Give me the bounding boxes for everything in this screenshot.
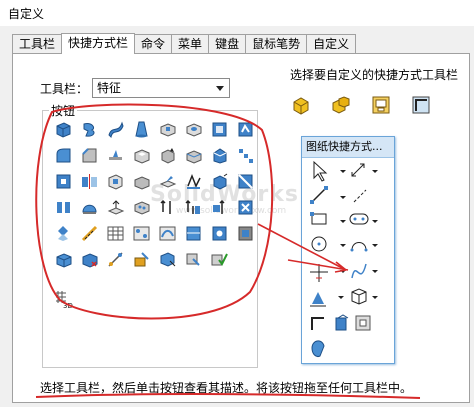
cavity-icon[interactable]: [236, 224, 255, 243]
rectangle-icon: [310, 212, 327, 225]
scale-icon[interactable]: [80, 224, 99, 243]
select-pointer-icon: [313, 160, 328, 182]
extruded-cut-icon[interactable]: [158, 120, 177, 139]
indent-icon[interactable]: [210, 224, 229, 243]
wrap-icon[interactable]: [106, 172, 125, 191]
extruded-boss-icon[interactable]: [54, 120, 73, 139]
tab-toolbars[interactable]: 工具栏: [12, 34, 63, 53]
draft-icon[interactable]: [158, 146, 177, 165]
thicken-icon[interactable]: [106, 198, 125, 217]
rib-icon[interactable]: [106, 146, 125, 165]
toolbar-select[interactable]: 特征: [92, 78, 230, 98]
toolbar-select-value: 特征: [97, 81, 122, 95]
rotate-view-icon: [311, 340, 325, 357]
part-shortcut-icon[interactable]: [290, 94, 312, 116]
slot-icon: [349, 213, 369, 225]
hole-wizard-icon[interactable]: [184, 120, 203, 139]
title-bar: 自定义: [0, 0, 474, 26]
3d-sketch-icon[interactable]: 3D: [54, 290, 73, 309]
sheet-format-icon: [311, 317, 324, 330]
spline-icon: [351, 263, 367, 279]
sketch-shortcut-icon[interactable]: [410, 94, 432, 116]
combine-icon[interactable]: [54, 224, 73, 243]
toolbar-label: 工具栏：: [40, 82, 89, 96]
extrude-up-icon[interactable]: [184, 198, 203, 217]
table-pattern-icon[interactable]: [106, 224, 125, 243]
fillet-icon[interactable]: [54, 146, 73, 165]
floating-toolbar-body: [302, 158, 394, 363]
line-icon: [310, 186, 328, 204]
part-view-icon: [351, 288, 367, 305]
sketch-driven-pattern-icon[interactable]: [132, 224, 151, 243]
split-icon[interactable]: [236, 172, 255, 191]
circle-icon: [311, 236, 327, 252]
deform-icon[interactable]: [80, 250, 99, 269]
instant3d-icon[interactable]: [210, 172, 229, 191]
freeform-icon[interactable]: [54, 250, 73, 269]
move-copy-body-icon[interactable]: [210, 198, 229, 217]
floating-shortcut-toolbar[interactable]: 图纸快捷方式...: [301, 136, 395, 364]
tab-customization[interactable]: 自定义: [306, 34, 357, 53]
lofted-boss-icon[interactable]: [132, 120, 151, 139]
curve-driven-pattern-icon[interactable]: [158, 224, 177, 243]
rebuild-icon[interactable]: [158, 198, 177, 217]
chevron-down-icon: [216, 86, 224, 91]
drawing-shortcut-icon[interactable]: [370, 94, 392, 116]
shell-icon[interactable]: [132, 146, 151, 165]
library-feature-icon[interactable]: [132, 250, 151, 269]
delete-body-icon[interactable]: [236, 198, 255, 217]
arc-icon: [350, 242, 368, 252]
center-line-icon: [353, 189, 367, 203]
detail-view-icon: [355, 315, 371, 331]
shortcut-bar-label: 选择要自定义的快捷方式工具栏: [290, 68, 459, 82]
draft-analysis-icon[interactable]: [184, 146, 203, 165]
linear-pattern-icon[interactable]: [236, 146, 255, 165]
revolved-cut-icon[interactable]: [210, 120, 229, 139]
move-face-icon[interactable]: [54, 198, 73, 217]
swept-cut-icon[interactable]: [236, 120, 255, 139]
assembly-shortcut-icon[interactable]: [330, 94, 352, 116]
mirror-icon[interactable]: [80, 172, 99, 191]
curves-icon[interactable]: [184, 172, 203, 191]
fastener-icon[interactable]: [158, 250, 177, 269]
fill-pattern-icon[interactable]: [132, 198, 151, 217]
mirror-entities-icon: [310, 292, 326, 307]
trim-icon: [310, 264, 328, 282]
flex-icon[interactable]: [106, 250, 125, 269]
swept-boss-icon[interactable]: [106, 120, 125, 139]
svg-text:3D: 3D: [63, 302, 73, 309]
tab-shortcut-bars[interactable]: 快捷方式栏: [61, 33, 136, 54]
tab-strip: 工具栏 快捷方式栏 命令 菜单 键盘 鼠标笔势 自定义: [12, 33, 357, 54]
revolved-boss-icon[interactable]: [80, 120, 99, 139]
tab-mouse-gestures[interactable]: 鼠标笔势: [245, 34, 308, 53]
shortcut-type-buttons: [290, 94, 440, 118]
floating-toolbar-title[interactable]: 图纸快捷方式...: [302, 137, 394, 158]
dome-feature-icon[interactable]: [80, 198, 99, 217]
circular-pattern-icon[interactable]: [54, 172, 73, 191]
tab-menus[interactable]: 菜单: [171, 34, 210, 53]
section-view-icon: [335, 314, 349, 331]
feature-works-icon[interactable]: [184, 250, 203, 269]
tab-keyboard[interactable]: 键盘: [208, 34, 247, 53]
check-feature-icon[interactable]: [210, 250, 229, 269]
variable-pattern-icon[interactable]: [184, 224, 203, 243]
dome-icon[interactable]: [210, 146, 229, 165]
intersect-icon[interactable]: [132, 172, 151, 191]
tab-commands[interactable]: 命令: [134, 34, 173, 53]
buttons-group-title: 按钮: [49, 102, 78, 119]
reference-geometry-icon[interactable]: [158, 172, 177, 191]
chamfer-icon[interactable]: [80, 146, 99, 165]
window-title: 自定义: [8, 7, 45, 21]
status-description: 选择工具栏，然后单击按钮查看其描述。将该按钮拖至任何工具栏中。: [40, 381, 413, 395]
smart-dimension-icon: [351, 163, 365, 177]
